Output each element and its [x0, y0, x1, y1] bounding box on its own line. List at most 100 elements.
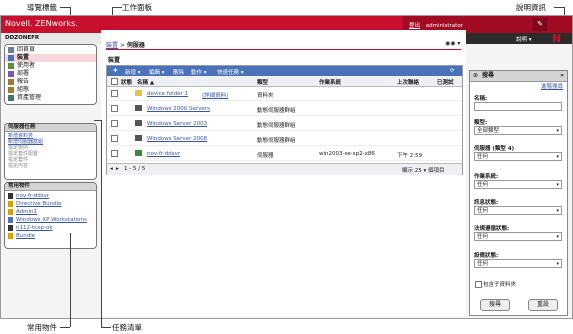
table-row[interactable]: nov-fr-ddsvr 伺服器 win2003-se-sp2-x86 下午 2:59 [107, 147, 462, 161]
sidebar-item-label: 資產管理 [17, 94, 42, 101]
name-input[interactable] [474, 102, 562, 111]
favorite-label: Bundle [16, 233, 36, 239]
callout-line [554, 7, 564, 8]
sidebar-item-home[interactable]: 回首頁 [5, 46, 96, 54]
search-panel-header: ⊙ 搜尋 » [470, 71, 567, 82]
sidebar-item-deploy[interactable]: 部署 [5, 70, 96, 78]
favorite-item[interactable]: n112-tcxp-ok [5, 224, 96, 232]
breadcrumb: 裝置 > 伺服器 [106, 40, 145, 49]
brand-logo: Novell. ZENworks. [5, 19, 78, 28]
favorite-label: Directive Bundle [16, 201, 62, 207]
col-name[interactable]: 名稱 ▲ [137, 78, 154, 86]
callout-line [101, 120, 102, 327]
table-row[interactable]: Windows Server 2008 動態伺服器群組 [107, 132, 462, 146]
sidebar-item-label: 部署 [17, 70, 30, 77]
col-last-contact[interactable]: 上次聯絡 [397, 78, 419, 86]
pager-prev[interactable]: ◂ [110, 166, 113, 172]
favorite-item[interactable]: Directive Bundle [5, 200, 96, 208]
row-checkbox[interactable] [111, 90, 118, 97]
config-icon [8, 87, 14, 93]
callout-task-list: 任務清單 [112, 323, 142, 332]
search-button[interactable]: 搜尋 [480, 299, 510, 311]
toolbar-delete[interactable]: 刪除 [173, 68, 184, 76]
work-panel: 裝置 > 伺服器 ◉◉ ▾ 裝置 ✚ 新增 ▾ 編輯 ▾ 刪除 動作 ▾ 快速任… [101, 30, 466, 317]
pager-page-size[interactable]: 顯示 25 ▾ 個項目 [402, 166, 445, 174]
favorite-icon [8, 233, 13, 239]
device-status-select[interactable]: 任何 [474, 259, 562, 268]
sidebar-item-report[interactable]: 報告 [5, 78, 96, 86]
row-name-link[interactable]: device folder 1 [147, 91, 188, 97]
devices-icon [8, 55, 14, 61]
message-status-select[interactable]: 任何 [474, 206, 562, 215]
callout-line [94, 120, 101, 121]
row-name-link[interactable]: Windows 2000 Servers [147, 106, 210, 112]
report-icon [8, 79, 14, 85]
breadcrumb-devices[interactable]: 裝置 [106, 42, 118, 49]
toolbar-quick-task[interactable]: 快速任務 ▾ [217, 68, 244, 76]
favorite-icon [8, 193, 13, 199]
row-name-link[interactable]: nov-fr-ddsvr [147, 151, 180, 157]
type-select[interactable]: 全部類型 [474, 126, 562, 135]
os-label: 作業系統: [474, 174, 499, 180]
device-status-label: 設備狀態: [474, 253, 499, 259]
logout-link[interactable]: 登出 [409, 23, 420, 29]
col-type[interactable]: 類型 [257, 78, 268, 86]
help-tab[interactable]: 說明 ▾ [516, 35, 532, 43]
divider [106, 49, 461, 50]
server-icon [135, 150, 142, 156]
row-name-link[interactable]: Windows Server 2003 [147, 121, 207, 127]
row-checkbox[interactable] [111, 105, 118, 112]
os-select[interactable]: 任何 [474, 180, 562, 189]
table-row[interactable]: Windows Server 2003 動態伺服器群組 [107, 117, 462, 131]
sidebar-item-label: 裝置 [17, 54, 30, 61]
row-type: 動態伺服器群組 [257, 138, 296, 144]
favorite-item[interactable]: Bundle [5, 232, 96, 240]
breadcrumb-separator: > [119, 42, 125, 49]
sidebar-item-devices[interactable]: 裝置 [5, 54, 96, 62]
favorite-item[interactable]: Windows XP Workstations [5, 216, 96, 224]
refresh-icon[interactable]: ⟳ [450, 68, 455, 74]
row-checkbox[interactable] [111, 135, 118, 142]
row-checkbox[interactable] [111, 120, 118, 127]
favorite-icon [8, 225, 13, 231]
table-toolbar: ✚ 新增 ▾ 編輯 ▾ 刪除 動作 ▾ 快速任務 ▾ ⟳ [107, 66, 462, 76]
toolbar-edit[interactable]: 編輯 ▾ [149, 68, 165, 76]
sidebar-item-config[interactable]: 組態 [5, 86, 96, 94]
server-select[interactable]: 任何 [474, 152, 562, 161]
row-type: 伺服器 [257, 153, 274, 159]
table-header: 狀態 名稱 ▲ 類型 作業系統 上次聯絡 已測試 [107, 76, 462, 87]
sidebar-item-asset[interactable]: 資產管理 [5, 94, 96, 102]
row-details-link[interactable]: (詳細資料) [202, 91, 228, 99]
server-label: 伺服器 (類型 4) [474, 146, 515, 152]
select-all-checkbox[interactable] [111, 78, 118, 85]
pager-next[interactable]: ▸ [116, 166, 119, 172]
device-table: ✚ 新增 ▾ 編輯 ▾ 刪除 動作 ▾ 快速任務 ▾ ⟳ 狀態 名稱 ▲ 類型 … [106, 65, 463, 175]
col-status[interactable]: 狀態 [121, 78, 132, 86]
col-tested[interactable]: 已測試 [437, 78, 454, 86]
favorite-item[interactable]: nov-fr-ddsvr [5, 192, 96, 200]
favorites-panel: 常用物件 nov-fr-ddsvr Directive Bundle Admin1 W… [4, 182, 97, 249]
page-title: 裝置 [108, 57, 121, 64]
page-options-icon[interactable]: ◉◉ ▾ [445, 40, 460, 47]
toolbar-new[interactable]: 新增 ▾ [125, 68, 141, 76]
reset-button[interactable]: 重設 [528, 299, 558, 311]
table-row[interactable]: device folder 1 (詳細資料) 資料夾 [107, 87, 462, 101]
include-subfolders-checkbox[interactable] [475, 281, 482, 288]
favorite-item[interactable]: Admin1 [5, 208, 96, 216]
folder-icon [135, 90, 142, 96]
asset-icon [8, 95, 14, 101]
novell-n-icon: N [552, 32, 562, 45]
advanced-search-link[interactable]: 進階搜尋 [541, 82, 563, 90]
col-os[interactable]: 作業系統 [319, 78, 341, 86]
row-checkbox[interactable] [111, 150, 118, 157]
toolbar-action[interactable]: 動作 ▾ [191, 68, 207, 76]
table-row[interactable]: Windows 2000 Servers 動態伺服器群組 [107, 102, 462, 116]
collapse-icon[interactable]: » [560, 71, 564, 81]
wrench-icon[interactable]: ✎ [533, 18, 547, 31]
new-icon: ✚ [113, 68, 118, 74]
row-name-link[interactable]: Windows Server 2008 [147, 136, 207, 142]
task-panel: 伺服器任務 新增資料夾 新增伺服器群組 指定規則 指定套件配置 指定套件 指定內容 [4, 123, 97, 180]
callout-favorites: 常用物件 [27, 323, 57, 332]
compliance-select[interactable]: 任何 [474, 232, 562, 241]
sidebar-item-users[interactable]: 使用者 [5, 62, 96, 70]
